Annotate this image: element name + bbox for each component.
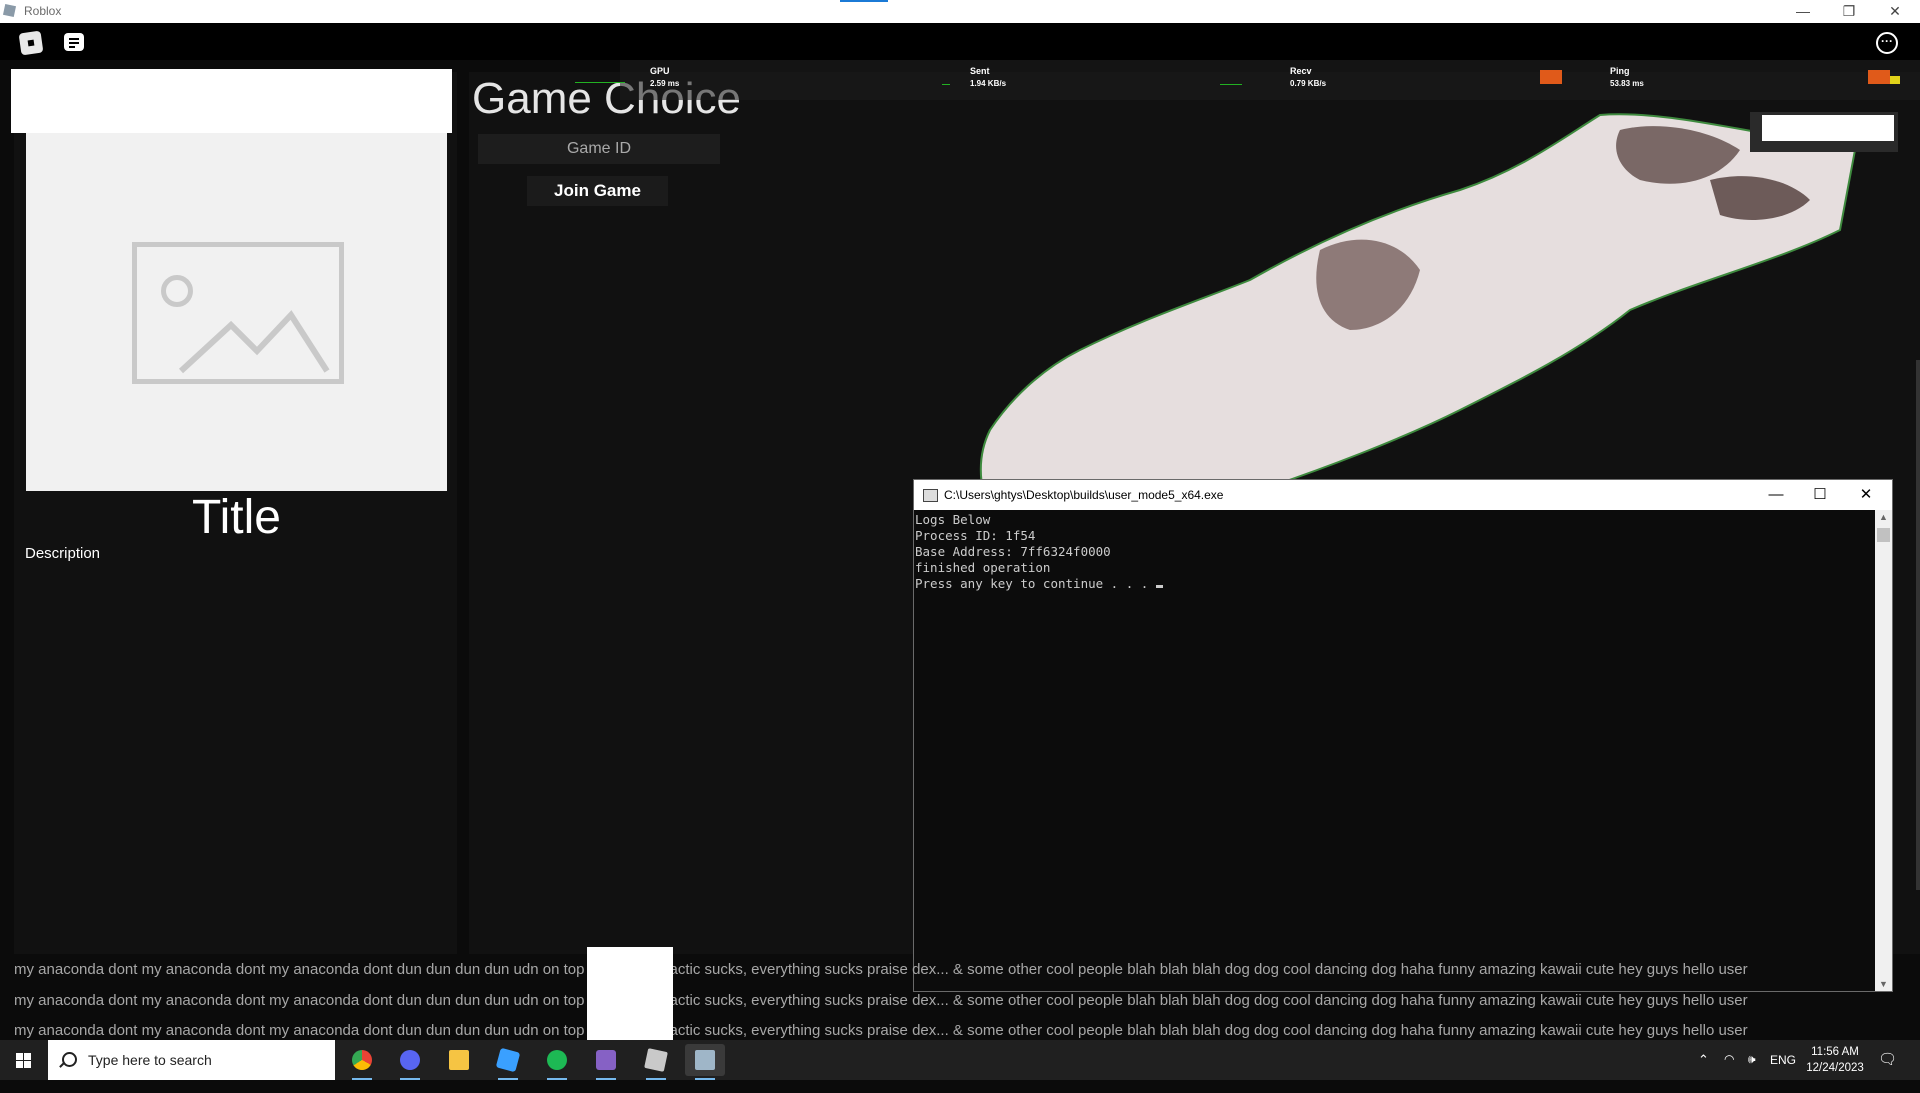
right-edge-scrollbar[interactable] bbox=[1916, 360, 1920, 890]
console-close-button[interactable]: ✕ bbox=[1844, 480, 1888, 510]
volume-icon[interactable]: 🕪 bbox=[1748, 1052, 1756, 1092]
stats-overlay: GPU 2.59 ms Sent 1.94 KB/s Recv 0.79 KB/… bbox=[575, 60, 1920, 100]
visual-studio-icon[interactable] bbox=[586, 1044, 626, 1080]
stat-gpu: GPU 2.59 ms bbox=[650, 66, 679, 88]
start-button[interactable] bbox=[0, 1040, 48, 1080]
ticker-line-1: my anaconda dont my anaconda dont my ana… bbox=[14, 961, 1748, 978]
minimize-button[interactable]: — bbox=[1780, 0, 1826, 23]
console-titlebar[interactable]: C:\Users\ghtys\Desktop\builds\user_mode5… bbox=[914, 480, 1892, 510]
console-icon[interactable] bbox=[685, 1044, 725, 1080]
console-output[interactable]: Logs Below Process ID: 1f54 Base Address: … bbox=[915, 512, 1873, 988]
search-icon bbox=[62, 1052, 77, 1067]
console-line: Base Address: 7ff6324f0000 bbox=[915, 544, 1111, 559]
ticker-white-box bbox=[587, 947, 673, 1044]
language-indicator[interactable]: ENG bbox=[1770, 1053, 1796, 1093]
console-glyph bbox=[695, 1050, 715, 1070]
console-maximize-button[interactable]: ☐ bbox=[1798, 480, 1842, 510]
clock-time: 11:56 AM bbox=[1811, 1046, 1859, 1058]
sent-graph bbox=[942, 84, 950, 85]
tray-chevron-icon[interactable]: ⌃ bbox=[1698, 1052, 1709, 1092]
close-button[interactable]: ✕ bbox=[1872, 0, 1918, 23]
window-title: Roblox bbox=[24, 4, 62, 18]
spotify-icon[interactable] bbox=[537, 1044, 577, 1080]
scroll-down-icon[interactable]: ▼ bbox=[1875, 979, 1892, 989]
game-id-input[interactable] bbox=[478, 134, 720, 164]
window-titlebar: Roblox — ❐ ✕ bbox=[0, 0, 1920, 23]
recv-graph bbox=[1220, 84, 1242, 85]
roblox-topbar: ··· bbox=[0, 23, 1920, 60]
search-placeholder: Type here to search bbox=[88, 1052, 212, 1068]
console-line: Press any key to continue . . . bbox=[915, 576, 1156, 591]
roblox-menu-icon[interactable] bbox=[18, 30, 44, 56]
stat-sent-value: 1.94 KB/s bbox=[970, 79, 1007, 88]
console-minimize-button[interactable]: — bbox=[1754, 480, 1798, 510]
console-scrollbar[interactable]: ▲ ▼ bbox=[1875, 510, 1892, 991]
stat-sent: Sent 1.94 KB/s bbox=[970, 66, 1006, 88]
stat-gpu-value: 2.59 ms bbox=[650, 79, 680, 88]
left-panel-header bbox=[11, 69, 452, 133]
stat-sent-label: Sent bbox=[970, 66, 990, 76]
chrome-icon[interactable] bbox=[342, 1044, 382, 1080]
restore-button[interactable]: ❐ bbox=[1826, 0, 1872, 23]
gpu-graph bbox=[575, 82, 625, 83]
console-line: finished operation bbox=[915, 560, 1051, 575]
ping-graph-bars bbox=[1868, 70, 1890, 84]
stat-gpu-label: GPU bbox=[650, 66, 670, 76]
studio-glyph bbox=[495, 1047, 521, 1073]
join-game-button[interactable]: Join Game bbox=[527, 176, 668, 206]
discord-icon[interactable] bbox=[390, 1044, 430, 1080]
windows-icon bbox=[16, 1053, 31, 1068]
file-explorer-icon[interactable] bbox=[439, 1044, 479, 1076]
console-prompt-line: Press any key to continue . . . bbox=[915, 576, 1873, 592]
image-placeholder-mountains bbox=[178, 310, 330, 374]
discord-glyph bbox=[400, 1050, 420, 1070]
stat-recv-value: 0.79 KB/s bbox=[1290, 79, 1327, 88]
stat-recv: Recv 0.79 KB/s bbox=[1290, 66, 1326, 88]
roblox-glyph bbox=[644, 1048, 668, 1072]
more-options-icon[interactable]: ··· bbox=[1876, 32, 1898, 54]
notifications-icon[interactable]: 🗨 bbox=[1878, 1050, 1897, 1090]
top-right-box bbox=[1750, 112, 1898, 152]
clock[interactable]: 11:56 AM 12/24/2023 bbox=[1800, 1044, 1870, 1076]
console-title: C:\Users\ghtys\Desktop\builds\user_mode5… bbox=[944, 488, 1224, 502]
vs-glyph bbox=[596, 1050, 616, 1070]
ticker-line-2: my anaconda dont my anaconda dont my ana… bbox=[14, 992, 1748, 1009]
scroll-up-icon[interactable]: ▲ bbox=[1875, 512, 1892, 522]
chrome-glyph bbox=[352, 1050, 372, 1070]
taskbar: Type here to search ⌃ ◠ 🕪 ENG 11:56 AM 1… bbox=[0, 1040, 1920, 1080]
console-line: Process ID: 1f54 bbox=[915, 528, 1036, 543]
roblox-icon[interactable] bbox=[636, 1044, 676, 1080]
scroll-thumb[interactable] bbox=[1877, 528, 1890, 542]
titlebar-accent bbox=[840, 0, 888, 2]
spotify-glyph bbox=[547, 1050, 567, 1070]
console-window[interactable]: C:\Users\ghtys\Desktop\builds\user_mode5… bbox=[913, 479, 1893, 992]
clock-date: 12/24/2023 bbox=[1806, 1062, 1864, 1074]
stat-recv-label: Recv bbox=[1290, 66, 1312, 76]
ping-graph-yellow bbox=[1890, 76, 1900, 84]
explorer-glyph bbox=[449, 1050, 469, 1070]
taskbar-search[interactable]: Type here to search bbox=[48, 1040, 335, 1080]
game-description: Description bbox=[25, 545, 101, 562]
console-cursor bbox=[1155, 585, 1163, 588]
console-line: Logs Below bbox=[915, 512, 991, 527]
roblox-studio-icon[interactable] bbox=[488, 1044, 528, 1080]
ticker-line-3: my anaconda dont my anaconda dont my ana… bbox=[14, 1022, 1748, 1039]
stat-ping: Ping 53.83 ms bbox=[1610, 66, 1644, 88]
chat-icon[interactable] bbox=[64, 33, 84, 51]
game-title: Title bbox=[192, 491, 281, 544]
stat-ping-label: Ping bbox=[1610, 66, 1630, 76]
roblox-logo-icon bbox=[2, 3, 17, 18]
stat-ping-value: 53.83 ms bbox=[1610, 79, 1644, 88]
game-thumbnail bbox=[26, 133, 447, 491]
wifi-icon[interactable]: ◠ bbox=[1724, 1052, 1734, 1092]
console-app-icon bbox=[923, 489, 938, 502]
recv-graph-bars bbox=[1540, 70, 1562, 84]
